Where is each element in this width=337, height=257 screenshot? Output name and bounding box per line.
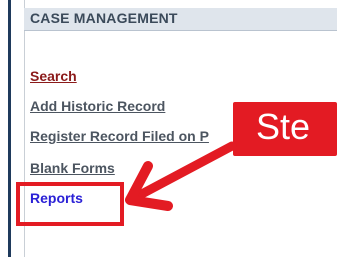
nav-link-register-record-filed[interactable]: Register Record Filed on P — [30, 128, 209, 144]
nav-link-blank-forms[interactable]: Blank Forms — [30, 160, 115, 176]
nav-link-search[interactable]: Search — [30, 68, 77, 84]
screenshot-frame: CASE MANAGEMENT Search Add Historic Reco… — [0, 0, 337, 257]
nav-link-add-historic-record[interactable]: Add Historic Record — [30, 98, 165, 114]
step-callout-text: Ste — [256, 106, 311, 147]
reports-highlight-box — [16, 182, 124, 226]
window-left-border — [8, 0, 11, 257]
panel-title: CASE MANAGEMENT — [30, 10, 178, 26]
